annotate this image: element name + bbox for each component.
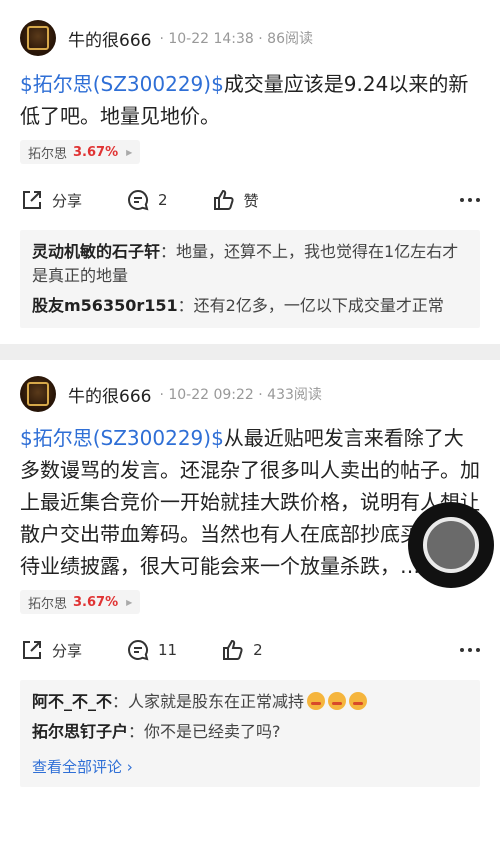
share-icon: [23, 191, 41, 209]
stock-tag-pct: 3.67%: [73, 144, 119, 160]
comment-user[interactable]: 拓尔思钉子户: [32, 722, 128, 741]
post-meta: · 10-22 09:22 · 433阅读: [159, 387, 322, 403]
share-icon: [23, 641, 41, 659]
action-bar: 分享 11 2: [20, 620, 480, 680]
comment-icon: [128, 639, 149, 661]
comment-button[interactable]: 11: [126, 638, 177, 662]
share-button[interactable]: 分享: [20, 188, 82, 212]
comment-user[interactable]: 灵动机敏的石子轩: [32, 242, 160, 261]
username[interactable]: 牛的很666: [68, 382, 151, 407]
emoji-icon: [349, 692, 368, 710]
comment-item: 阿不_不_不：人家就是股东在正常减持: [32, 690, 468, 714]
comment-item: 股友m56350r151：还有2亿多，一亿以下成交量才正常: [32, 294, 468, 318]
stock-link[interactable]: $拓尔思(SZ300229)$: [20, 426, 224, 450]
stock-tag-name: 拓尔思: [28, 596, 68, 612]
post-header: 牛的很666 · 10-22 14:38 · 86阅读: [20, 0, 480, 56]
floating-assistive-button[interactable]: [408, 502, 494, 588]
avatar[interactable]: [20, 20, 56, 56]
play-arrow-icon: ▶: [126, 147, 133, 157]
comment-preview[interactable]: 灵动机敏的石子轩：地量，还算不上，我也觉得在1亿左右才是真正的地量 股友m563…: [20, 230, 480, 328]
play-arrow-icon: ▶: [126, 597, 133, 607]
username[interactable]: 牛的很666: [68, 26, 151, 51]
view-all-comments-link[interactable]: 查看全部评论 ›: [32, 756, 133, 777]
action-bar: 分享 2 赞: [20, 170, 480, 230]
post-text[interactable]: $拓尔思(SZ300229)$成交量应该是9.24以来的新低了吧。地量见地价。: [20, 68, 480, 132]
comment-item: 拓尔思钉子户：你不是已经卖了吗?: [32, 720, 468, 744]
like-button[interactable]: 2: [221, 638, 263, 662]
comment-user[interactable]: 阿不_不_不: [32, 692, 112, 711]
thumbs-up-icon: [223, 639, 243, 660]
stock-tag-name: 拓尔思: [28, 146, 68, 162]
record-icon: [423, 517, 479, 573]
comment-user[interactable]: 股友m56350r151: [32, 296, 178, 315]
comment-count: 2: [158, 191, 168, 209]
avatar[interactable]: [20, 376, 56, 412]
like-count: 2: [253, 641, 263, 659]
thumbs-up-icon: [213, 189, 234, 210]
comment-button[interactable]: 2: [126, 188, 168, 212]
stock-tag[interactable]: 拓尔思 3.67% ▶: [20, 140, 141, 164]
share-button[interactable]: 分享: [20, 638, 82, 662]
post-1[interactable]: 牛的很666 · 10-22 14:38 · 86阅读 $拓尔思(SZ30022…: [0, 0, 500, 344]
more-icon[interactable]: [460, 198, 480, 202]
comment-preview[interactable]: 阿不_不_不：人家就是股东在正常减持 拓尔思钉子户：你不是已经卖了吗? 查看全部…: [20, 680, 480, 787]
stock-tag-pct: 3.67%: [73, 594, 119, 610]
post-2[interactable]: 牛的很666 · 10-22 09:22 · 433阅读 $拓尔思(SZ3002…: [0, 360, 500, 843]
like-button[interactable]: 赞: [212, 188, 259, 212]
like-label: 赞: [243, 191, 259, 210]
share-label: 分享: [52, 641, 83, 660]
comment-text: ：人家就是股东在正常减持: [112, 692, 305, 711]
emoji-icon: [328, 692, 347, 710]
comment-icon: [128, 189, 149, 211]
share-label: 分享: [52, 191, 83, 210]
comment-text: ：还有2亿多，一亿以下成交量才正常: [177, 296, 444, 315]
post-meta: · 10-22 14:38 · 86阅读: [159, 31, 313, 47]
stock-link[interactable]: $拓尔思(SZ300229)$: [20, 72, 224, 96]
more-icon[interactable]: [460, 648, 480, 652]
comment-item: 灵动机敏的石子轩：地量，还算不上，我也觉得在1亿左右才是真正的地量: [32, 240, 468, 288]
comment-text: ：你不是已经卖了吗?: [128, 722, 281, 741]
post-header: 牛的很666 · 10-22 09:22 · 433阅读: [20, 360, 480, 412]
comment-count: 11: [158, 641, 178, 659]
emoji-icon: [307, 692, 326, 710]
stock-tag[interactable]: 拓尔思 3.67% ▶: [20, 590, 141, 614]
